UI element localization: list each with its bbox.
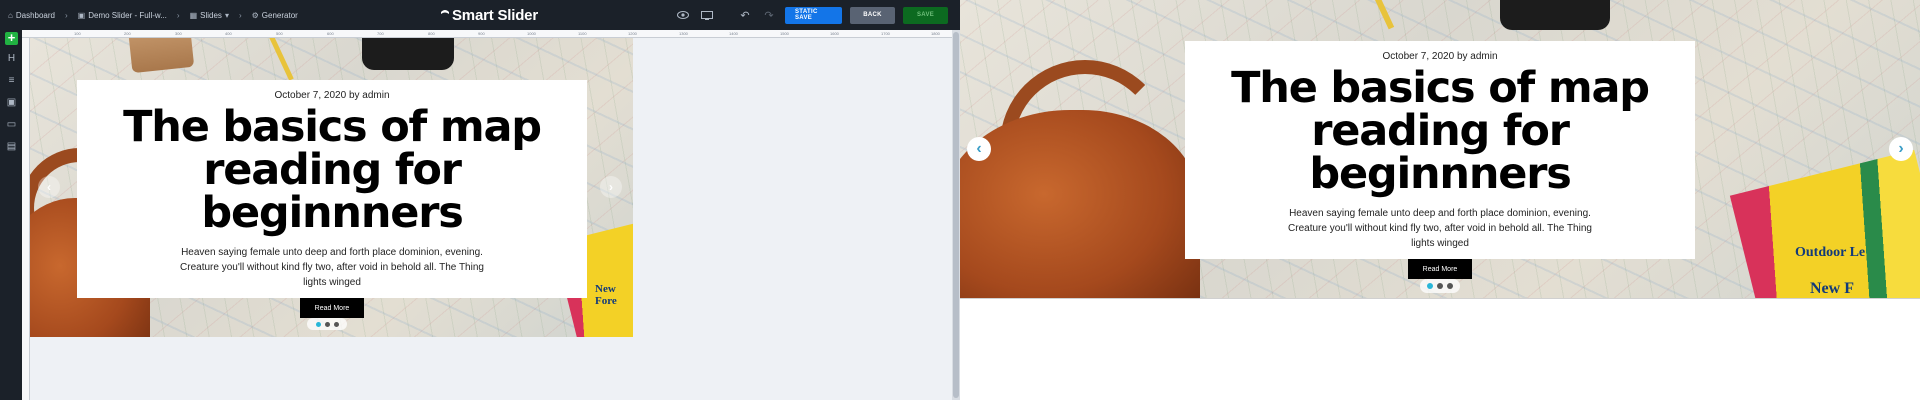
pagination-dot-2[interactable] [324,321,330,327]
editor-actions: ↶ ↷ STATIC SAVE BACK SAVE [675,0,948,30]
save-button[interactable]: SAVE [903,6,948,24]
books-label-image-text: New F [1810,280,1854,297]
slide-content-card[interactable]: October 7, 2020 by admin The basics of m… [77,80,587,318]
ruler-tick: 1600 [830,31,839,36]
live-slide[interactable]: Outdoor Le New F ‹ › October 7, 2020 by … [960,0,1920,299]
chevron-right-icon: › [176,10,180,20]
post-excerpt-line1: Heaven saying female unto deep and forth… [181,247,483,258]
chevron-right-icon: › [64,10,68,20]
logo-mark-icon [441,10,449,14]
ruler-tick: 1500 [780,31,789,36]
ruler-tick: 1200 [628,31,637,36]
breadcrumb-generator-label: Generator [261,10,298,20]
static-save-button[interactable]: STATIC SAVE [785,6,842,24]
device-desktop-icon[interactable] [699,7,715,23]
add-layer-button[interactable]: + [5,31,18,45]
camera-image [1500,0,1610,30]
next-arrow-button[interactable]: › [600,176,622,198]
ruler-tick: 1700 [881,31,890,36]
breadcrumb-generator[interactable]: ⚙ Generator [252,11,298,20]
smart-slider-logo: Smart Slider [440,5,538,25]
horizontal-ruler: 100 200 300 400 500 600 700 800 900 1000… [22,30,952,38]
pagination-dot-2[interactable] [1437,283,1443,289]
row-layer-icon[interactable]: ▤ [5,140,18,153]
camera-image [362,38,454,70]
grid-icon: ▦ [189,10,198,20]
ruler-tick: 900 [478,31,485,36]
ruler-tick: 1400 [729,31,738,36]
post-date: October 7, 2020 by admin [1382,51,1498,62]
back-button[interactable]: BACK [850,6,895,24]
breadcrumb-slides-label: Slides [200,10,222,20]
ruler-tick: 1300 [679,31,688,36]
read-more-button[interactable]: Read More [300,298,364,318]
post-excerpt-line3: lights winged [303,277,361,288]
breadcrumb-slider[interactable]: ▣ Demo Slider - Full-w... [78,11,167,20]
slide-content-card[interactable]: October 7, 2020 by admin The basics of m… [1185,41,1695,279]
ruler-tick: 1000 [527,31,536,36]
slider-icon: ▣ [77,10,86,20]
post-excerpt-line3: lights winged [1411,238,1469,249]
home-icon: ⌂ [8,10,13,20]
post-excerpt-line2: Creature you'll without kind fly two, af… [180,262,484,273]
ruler-tick: 300 [175,31,182,36]
breadcrumb-dashboard-label: Dashboard [15,10,55,20]
pagination-dot-1[interactable] [1427,283,1433,289]
chevron-right-icon: › [238,10,242,20]
image-layer-icon[interactable]: ▣ [5,96,18,109]
books-label-image-text: New Fore [595,283,617,307]
button-layer-icon[interactable]: ▭ [5,118,18,131]
vertical-scrollbar[interactable] [952,30,960,400]
post-title-line1: The basics of map [1231,63,1650,113]
ruler-tick: 1100 [578,31,587,36]
chevron-down-icon: ▾ [224,10,229,20]
post-excerpt-line2: Creature you'll without kind fly two, af… [1288,223,1592,234]
post-title-line2: reading for beginnners [1309,106,1571,199]
post-excerpt-line1: Heaven saying female unto deep and forth… [1289,208,1591,219]
books-label-image-text: Outdoor Le [1795,245,1866,260]
backpack-image [960,110,1200,298]
post-title-line2: reading for beginnners [201,145,463,238]
slide-pagination [307,318,347,330]
next-arrow-button[interactable]: › [1889,137,1913,161]
breadcrumb-slides[interactable]: ▦ Slides ▾ [190,11,229,20]
redo-icon[interactable]: ↷ [761,7,777,23]
generator-icon: ⚙ [251,10,259,20]
ruler-tick: 500 [276,31,283,36]
layer-toolbar: + H ≡ ▣ ▭ ▤ [0,30,22,400]
prev-arrow-button[interactable]: ‹ [38,176,60,198]
preview-eye-icon[interactable] [675,7,691,23]
logo-text: Smart Slider [452,6,538,24]
post-date: October 7, 2020 by admin [274,90,390,101]
slider-editor: ⌂ Dashboard › ▣ Demo Slider - Full-w... … [0,0,960,400]
slide-pagination [1420,279,1460,293]
ruler-tick: 600 [327,31,334,36]
ruler-tick: 200 [124,31,131,36]
pagination-dot-3[interactable] [333,321,339,327]
editor-slide-canvas[interactable]: New Fore ‹ › October 7, 2020 by admin Th… [30,38,633,337]
ruler-tick: 400 [225,31,232,36]
ruler-tick: 100 [74,31,81,36]
undo-icon[interactable]: ↶ [737,7,753,23]
breadcrumb-slider-label: Demo Slider - Full-w... [88,10,167,20]
ruler-tick: 1800 [931,31,940,36]
vertical-ruler [22,38,30,400]
text-layer-icon[interactable]: ≡ [5,74,18,87]
prev-arrow-button[interactable]: ‹ [967,137,991,161]
live-slider-preview: Outdoor Le New F ‹ › October 7, 2020 by … [960,0,1920,400]
editor-topbar: ⌂ Dashboard › ▣ Demo Slider - Full-w... … [0,0,960,30]
heading-layer-icon[interactable]: H [5,52,18,65]
pagination-dot-3[interactable] [1447,283,1453,289]
ruler-tick: 700 [377,31,384,36]
scrollbar-thumb[interactable] [953,32,959,398]
breadcrumb-dashboard[interactable]: ⌂ Dashboard [8,11,55,20]
ruler-tick: 800 [428,31,435,36]
post-title-line1: The basics of map [123,102,542,152]
read-more-button[interactable]: Read More [1408,259,1472,279]
pagination-dot-1[interactable] [315,321,321,327]
breadcrumb: ⌂ Dashboard › ▣ Demo Slider - Full-w... … [8,0,298,30]
